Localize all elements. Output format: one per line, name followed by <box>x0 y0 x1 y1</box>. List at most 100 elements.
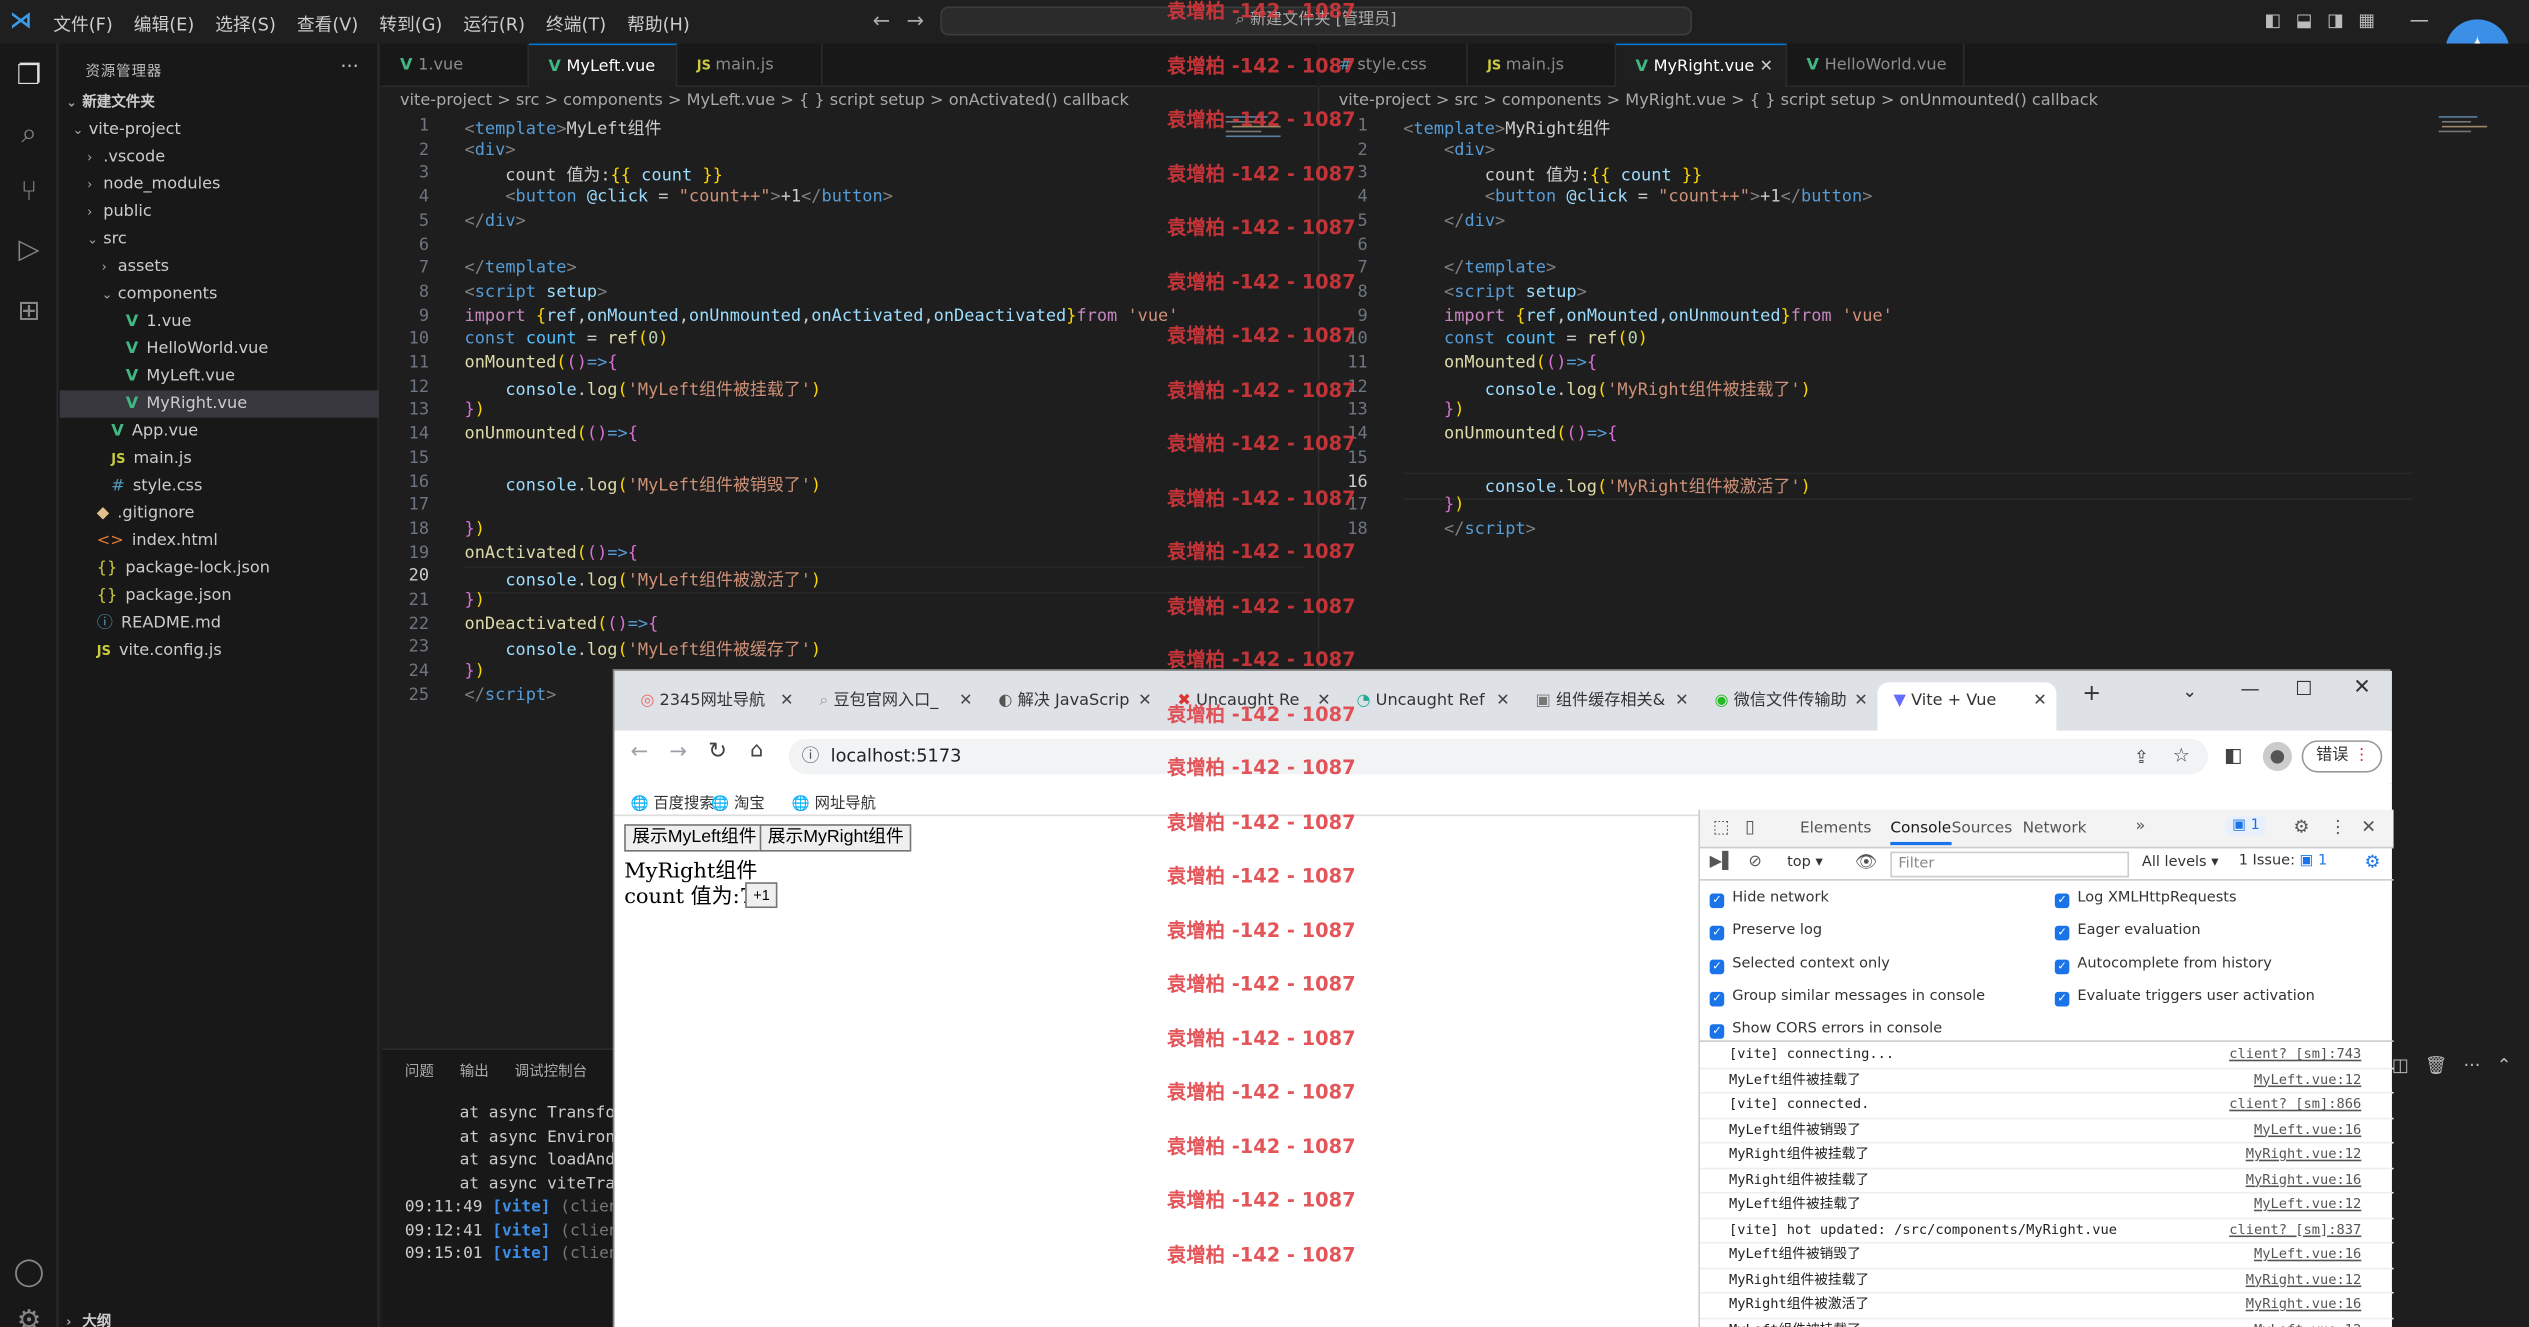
more-actions-icon[interactable]: ··· <box>340 55 358 78</box>
console-source-link[interactable]: client?_[sm]:866 <box>2229 1094 2361 1118</box>
right-code-editor[interactable]: 1 <template>MyRight组件 2 <div> 3 count 值为:{{… <box>1319 113 2425 597</box>
checkbox-checked[interactable]: ✓ <box>2054 959 2070 974</box>
log-levels-select[interactable]: All levels ▾ <box>2142 855 2219 871</box>
close-tab-icon[interactable]: ✕ <box>1675 682 1689 721</box>
checkbox-checked[interactable]: ✓ <box>1709 1024 1725 1040</box>
tree-item[interactable]: <> index.html <box>60 527 379 554</box>
editor-tab[interactable]: V MyLeft.vue <box>529 43 678 88</box>
menu-item-0[interactable]: 文件(F) <box>53 11 113 37</box>
inspect-element-icon[interactable]: ⬚ <box>1713 816 1730 837</box>
left-code-editor[interactable]: 1 <template>MyLeft组件 2 <div> 3 count 值为:{{ c… <box>381 113 1316 710</box>
issues-badge[interactable]: ▣ 1 <box>2225 816 2267 836</box>
panel-tab[interactable]: 输出 <box>460 1063 489 1079</box>
minimize-icon[interactable]: — <box>2410 8 2429 31</box>
console-option[interactable]: ✓ Preserve log <box>1709 923 1822 941</box>
address-bar[interactable]: ⓘ localhost:5173 <box>788 738 2209 775</box>
console-filter-input[interactable]: Filter <box>1890 851 2130 878</box>
editor-tab[interactable]: V 1.vue <box>381 43 530 88</box>
customize-layout-icon[interactable]: ▦ <box>2358 10 2375 31</box>
explorer-icon[interactable]: ❐ <box>13 60 45 92</box>
right-minimap[interactable] <box>2435 112 2500 162</box>
split-panel-icon[interactable]: ◫ <box>2392 1055 2409 1076</box>
console-source-link[interactable]: MyRight.vue:12 <box>2246 1269 2362 1293</box>
toggle-secondary-icon[interactable]: ◨ <box>2327 10 2344 31</box>
menu-item-6[interactable]: 终端(T) <box>546 11 606 37</box>
panel-tab[interactable]: 问题 <box>405 1063 434 1079</box>
more-icon[interactable]: ··· <box>2464 1055 2481 1076</box>
console-source-link[interactable]: MyLeft.vue:12 <box>2254 1319 2361 1327</box>
device-toolbar-icon[interactable]: ▯ <box>1745 816 1755 837</box>
checkbox-checked[interactable]: ✓ <box>2054 926 2070 941</box>
tree-item[interactable]: V 1.vue <box>60 308 379 335</box>
back-arrow-icon[interactable]: ← <box>873 10 891 34</box>
home-icon[interactable]: ⌂ <box>750 739 763 763</box>
editor-tab[interactable]: V MyRight.vue ✕ <box>1616 43 1788 88</box>
error-profile-button[interactable]: 错误 ⋮ <box>2301 740 2383 773</box>
devtools-tab[interactable]: Console <box>1890 819 1952 846</box>
bookmark-item[interactable]: 🌐 淘宝 <box>711 790 764 813</box>
devtools-tab[interactable]: Sources <box>1952 819 2013 837</box>
checkbox-checked[interactable]: ✓ <box>1709 991 1725 1007</box>
browser-tab[interactable]: ◉ 微信文件传输助 ✕ <box>1698 682 1877 730</box>
back-icon[interactable]: ← <box>631 740 649 764</box>
close-tab-icon[interactable]: ✕ <box>780 682 794 721</box>
run-debug-icon[interactable]: ▷ <box>13 234 45 266</box>
reload-icon[interactable]: ↻ <box>708 739 727 765</box>
close-tab-icon[interactable]: ✕ <box>1854 682 1868 721</box>
search-icon[interactable]: ⌕ <box>13 118 45 150</box>
workspace-section[interactable]: ⌄ 新建文件夹 <box>66 90 155 111</box>
trash-icon[interactable]: 🗑 <box>2425 1055 2448 1076</box>
more-tabs-icon[interactable]: » <box>2135 818 2145 836</box>
menu-item-5[interactable]: 运行(R) <box>463 11 525 37</box>
console-source-link[interactable]: MyLeft.vue:12 <box>2254 1194 2361 1218</box>
tree-item[interactable]: ◆ .gitignore <box>60 500 379 527</box>
devtools-tab[interactable]: Network <box>2023 819 2087 837</box>
editor-tab[interactable]: JS main.js <box>1468 43 1617 88</box>
editor-tab[interactable]: JS main.js <box>677 43 823 88</box>
console-option[interactable]: ✓ Autocomplete from history <box>2054 956 2272 974</box>
live-expression-eye-icon[interactable]: 👁 <box>1855 852 1878 873</box>
menu-item-1[interactable]: 编辑(E) <box>134 11 195 37</box>
toggle-panel-icon[interactable]: ⬓ <box>2296 10 2313 31</box>
console-option[interactable]: ✓ Show CORS errors in console <box>1709 1021 1942 1040</box>
extensions-icon[interactable]: ⊞ <box>13 295 45 327</box>
console-source-link[interactable]: MyLeft.vue:12 <box>2254 1069 2361 1093</box>
devtools-tab[interactable]: Elements <box>1800 819 1871 837</box>
close-tab-icon[interactable]: ✕ <box>2033 682 2047 721</box>
tree-item[interactable]: V MyLeft.vue <box>60 363 379 390</box>
tree-item[interactable]: V HelloWorld.vue <box>60 335 379 362</box>
checkbox-checked[interactable]: ✓ <box>2054 893 2070 909</box>
devtools-settings-icon[interactable]: ⚙ <box>2294 816 2310 837</box>
browser-tab[interactable]: ⌕ 豆包官网入口_ ✕ <box>803 682 982 730</box>
checkbox-checked[interactable]: ✓ <box>1709 893 1725 909</box>
site-info-icon[interactable]: ⓘ <box>802 739 820 774</box>
tree-item[interactable]: JS main.js <box>60 445 379 472</box>
console-source-link[interactable]: MyRight.vue:16 <box>2246 1294 2362 1318</box>
devtools-menu-icon[interactable]: ⋮ <box>2329 816 2347 837</box>
window-minimize-icon[interactable]: — <box>2240 677 2259 700</box>
source-control-icon[interactable]: ⑂ <box>13 176 45 208</box>
bookmark-star-icon[interactable]: ☆ <box>2173 744 2190 767</box>
profile-avatar-icon[interactable]: ● <box>2262 741 2292 771</box>
tree-item[interactable]: V App.vue <box>60 418 379 445</box>
console-option[interactable]: ✓ Selected context only <box>1709 956 1890 974</box>
forward-icon[interactable]: → <box>669 740 687 764</box>
menu-item-2[interactable]: 选择(S) <box>215 11 276 37</box>
plus-one-button[interactable]: +1 <box>745 882 778 909</box>
tree-item[interactable]: › .vscode <box>60 144 379 171</box>
menu-item-4[interactable]: 转到(G) <box>379 11 442 37</box>
browser-tab[interactable]: ▣ 组件缓存相关& ✕ <box>1519 682 1698 730</box>
tree-item[interactable]: › public <box>60 198 379 225</box>
tree-item[interactable]: ⌄ src <box>60 226 379 253</box>
tree-item[interactable]: JS vite.config.js <box>60 637 379 664</box>
console-option[interactable]: ✓ Log XMLHttpRequests <box>2054 890 2237 909</box>
console-source-link[interactable]: client?_[sm]:837 <box>2229 1219 2361 1243</box>
console-option[interactable]: ✓ Eager evaluation <box>2054 923 2201 941</box>
console-source-link[interactable]: MyRight.vue:16 <box>2246 1169 2362 1193</box>
toggle-sidebar-icon[interactable]: ◧ <box>2265 10 2282 31</box>
tree-item[interactable]: {} package-lock.json <box>60 555 379 582</box>
menu-item-7[interactable]: 帮助(H) <box>627 11 690 37</box>
console-option[interactable]: ✓ Hide network <box>1709 890 1829 909</box>
console-settings-icon[interactable]: ⚙ <box>2365 852 2381 873</box>
menu-item-3[interactable]: 查看(V) <box>297 11 358 37</box>
